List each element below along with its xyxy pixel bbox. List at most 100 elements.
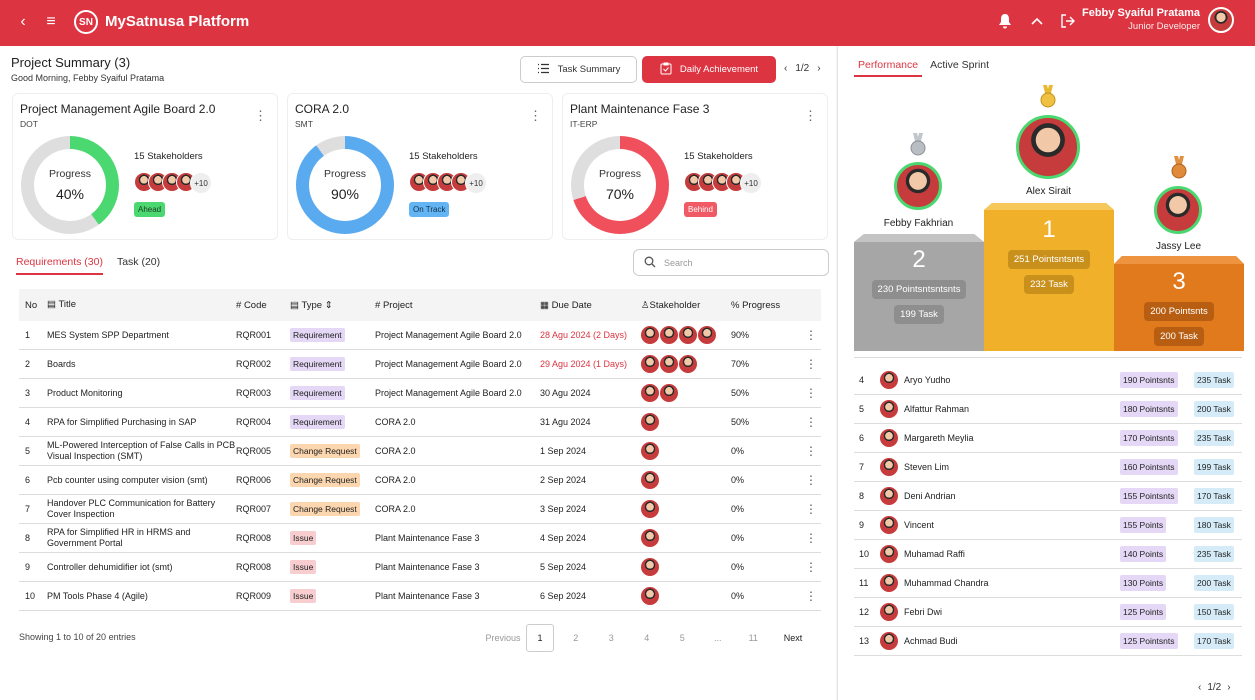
project-card[interactable]: Plant Maintenance Fase 3 IT-ERP ⋮ Progre… [562,93,828,240]
row-more-options-icon[interactable]: ⋮ [801,589,821,603]
col-type[interactable]: ▤ Type ⇕ [290,300,375,311]
next-page-icon[interactable]: › [817,63,820,74]
row-title[interactable]: RPA for Simplified HR in HRMS and Govern… [47,527,236,549]
row-stakeholders[interactable] [641,355,731,373]
table-row[interactable]: 5 ML-Powered Interception of False Calls … [19,437,821,466]
row-title[interactable]: ML-Powered Interception of False Calls i… [47,440,236,462]
row-more-options-icon[interactable]: ⋮ [801,531,821,545]
col-due-date[interactable]: ▦ Due Date [540,300,641,311]
stakeholder-avatars[interactable]: +10 [409,172,487,194]
chevron-up-icon[interactable] [1028,12,1046,30]
table-row[interactable]: 2 Boards RQR002 Requirement Project Manageme… [19,350,821,379]
avatar [880,429,898,447]
back-icon[interactable]: ‹ [14,13,32,31]
more-options-icon[interactable]: ⋮ [529,108,542,124]
table-row[interactable]: 4 RPA for Simplified Purchasing in SAP RQR… [19,408,821,437]
row-more-options-icon[interactable]: ⋮ [801,357,821,371]
tab-requirements[interactable]: Requirements (30) [16,256,103,275]
col-title[interactable]: ▤ Title [47,299,236,310]
previous-button[interactable]: Previous [484,633,522,643]
table-row[interactable]: 10 PM Tools Phase 4 (Agile) RQR009 Issue Pla… [19,582,821,611]
leaderboard-row[interactable]: 12 Febri Dwi 125 Points 150 Task [854,598,1242,627]
row-stakeholders[interactable] [641,529,731,547]
row-stakeholders[interactable] [641,413,731,431]
col-project[interactable]: # Project [375,300,540,311]
leaderboard-row[interactable]: 5 Alfattur Rahman 180 Pointsnts 200 Task [854,395,1242,424]
prev-page-icon[interactable]: ‹ [1198,682,1201,693]
tasks-badge: 199 Task [1194,459,1234,475]
col-stakeholder[interactable]: ♙ Stakeholder [641,300,731,311]
leaderboard-row[interactable]: 9 Vincent 155 Points 180 Task [854,511,1242,540]
col-progress[interactable]: % Progress [731,300,801,311]
page-button-active[interactable]: 1 [526,624,554,652]
daily-achievement-button[interactable]: Daily Achievement [642,56,776,83]
tab-task[interactable]: Task (20) [117,256,160,275]
page-button[interactable]: 3 [594,633,630,643]
row-title[interactable]: Boards [47,359,236,370]
row-stakeholders[interactable] [641,500,731,518]
more-options-icon[interactable]: ⋮ [804,108,817,124]
leaderboard-row[interactable]: 6 Margareth Meylia 170 Pointsnts 235 Task [854,424,1242,453]
avatar[interactable] [1016,115,1080,179]
row-more-options-icon[interactable]: ⋮ [801,415,821,429]
next-button[interactable]: Next [771,633,815,643]
project-card[interactable]: Project Management Agile Board 2.0 DOT ⋮… [12,93,278,240]
project-card[interactable]: CORA 2.0 SMT ⋮ Progress 90% 15 Stakehold… [287,93,553,240]
leaderboard-row[interactable]: 8 Deni Andrian 155 Pointsnts 170 Task [854,482,1242,511]
table-row[interactable]: 3 Product Monitoring RQR003 Requirement Proj… [19,379,821,408]
table-row[interactable]: 7 Handover PLC Communication for Battery … [19,495,821,524]
search-input[interactable]: Search [664,258,693,268]
sort-icon[interactable]: ⇕ [322,300,333,311]
page-button[interactable]: 11 [736,633,772,643]
leaderboard-name: Muhammad Chandra [904,578,989,588]
row-title[interactable]: RPA for Simplified Purchasing in SAP [47,417,236,428]
row-title[interactable]: Handover PLC Communication for Battery C… [47,498,236,520]
row-title[interactable]: MES System SPP Department [47,330,236,341]
points-badge: 180 Pointsnts [1120,401,1178,417]
menu-icon[interactable]: ≡ [42,13,60,31]
row-more-options-icon[interactable]: ⋮ [801,502,821,516]
row-stakeholders[interactable] [641,587,731,605]
leaderboard-row[interactable]: 4 Aryo Yudho 190 Pointsnts 235 Task [854,366,1242,395]
row-stakeholders[interactable] [641,442,731,460]
leaderboard-rank: 8 [859,491,865,501]
row-stakeholders[interactable] [641,558,731,576]
row-more-options-icon[interactable]: ⋮ [801,444,821,458]
bell-icon[interactable] [996,12,1014,30]
table-row[interactable]: 6 Pcb counter using computer vision (smt)… [19,466,821,495]
leaderboard-row[interactable]: 7 Steven Lim 160 Pointsnts 199 Task [854,453,1242,482]
row-title[interactable]: PM Tools Phase 4 (Agile) [47,591,236,602]
col-code[interactable]: # Code [236,300,290,311]
row-stakeholders[interactable] [641,384,731,402]
search-box[interactable]: Search [633,249,829,276]
row-title[interactable]: Product Monitoring [47,388,236,399]
user-avatar[interactable] [1208,7,1234,33]
leaderboard-row[interactable]: 13 Achmad Budi 125 Pointsnts 170 Task [854,627,1242,656]
prev-page-icon[interactable]: ‹ [784,63,787,74]
row-more-options-icon[interactable]: ⋮ [801,386,821,400]
row-more-options-icon[interactable]: ⋮ [801,328,821,342]
row-title[interactable]: Controller dehumidifier iot (smt) [47,562,236,573]
page-button[interactable]: 5 [665,633,701,643]
table-row[interactable]: 1 MES System SPP Department RQR001 Requirem… [19,321,821,350]
task-summary-button[interactable]: Task Summary [520,56,637,83]
row-more-options-icon[interactable]: ⋮ [801,560,821,574]
tab-performance[interactable]: Performance [854,59,923,77]
tab-active-sprint[interactable]: Active Sprint [928,59,989,77]
leaderboard-row[interactable]: 10 Muhamad Raffi 140 Points 235 Task [854,540,1242,569]
page-button[interactable]: 2 [558,633,594,643]
table-row[interactable]: 8 RPA for Simplified HR in HRMS and Gover… [19,524,821,553]
stakeholder-avatars[interactable]: +10 [684,172,762,194]
more-options-icon[interactable]: ⋮ [254,108,267,124]
project-code: IT-ERP [570,119,598,129]
row-title[interactable]: Pcb counter using computer vision (smt) [47,475,236,486]
next-page-icon[interactable]: › [1227,682,1230,693]
row-stakeholders[interactable] [641,326,731,344]
page-button[interactable]: 4 [629,633,665,643]
row-more-options-icon[interactable]: ⋮ [801,473,821,487]
table-row[interactable]: 9 Controller dehumidifier iot (smt) RQR008… [19,553,821,582]
stakeholder-avatars[interactable]: +10 [134,172,212,194]
row-stakeholders[interactable] [641,471,731,489]
leaderboard-row[interactable]: 11 Muhammad Chandra 130 Points 200 Task [854,569,1242,598]
type-badge: Requirement [290,357,345,371]
